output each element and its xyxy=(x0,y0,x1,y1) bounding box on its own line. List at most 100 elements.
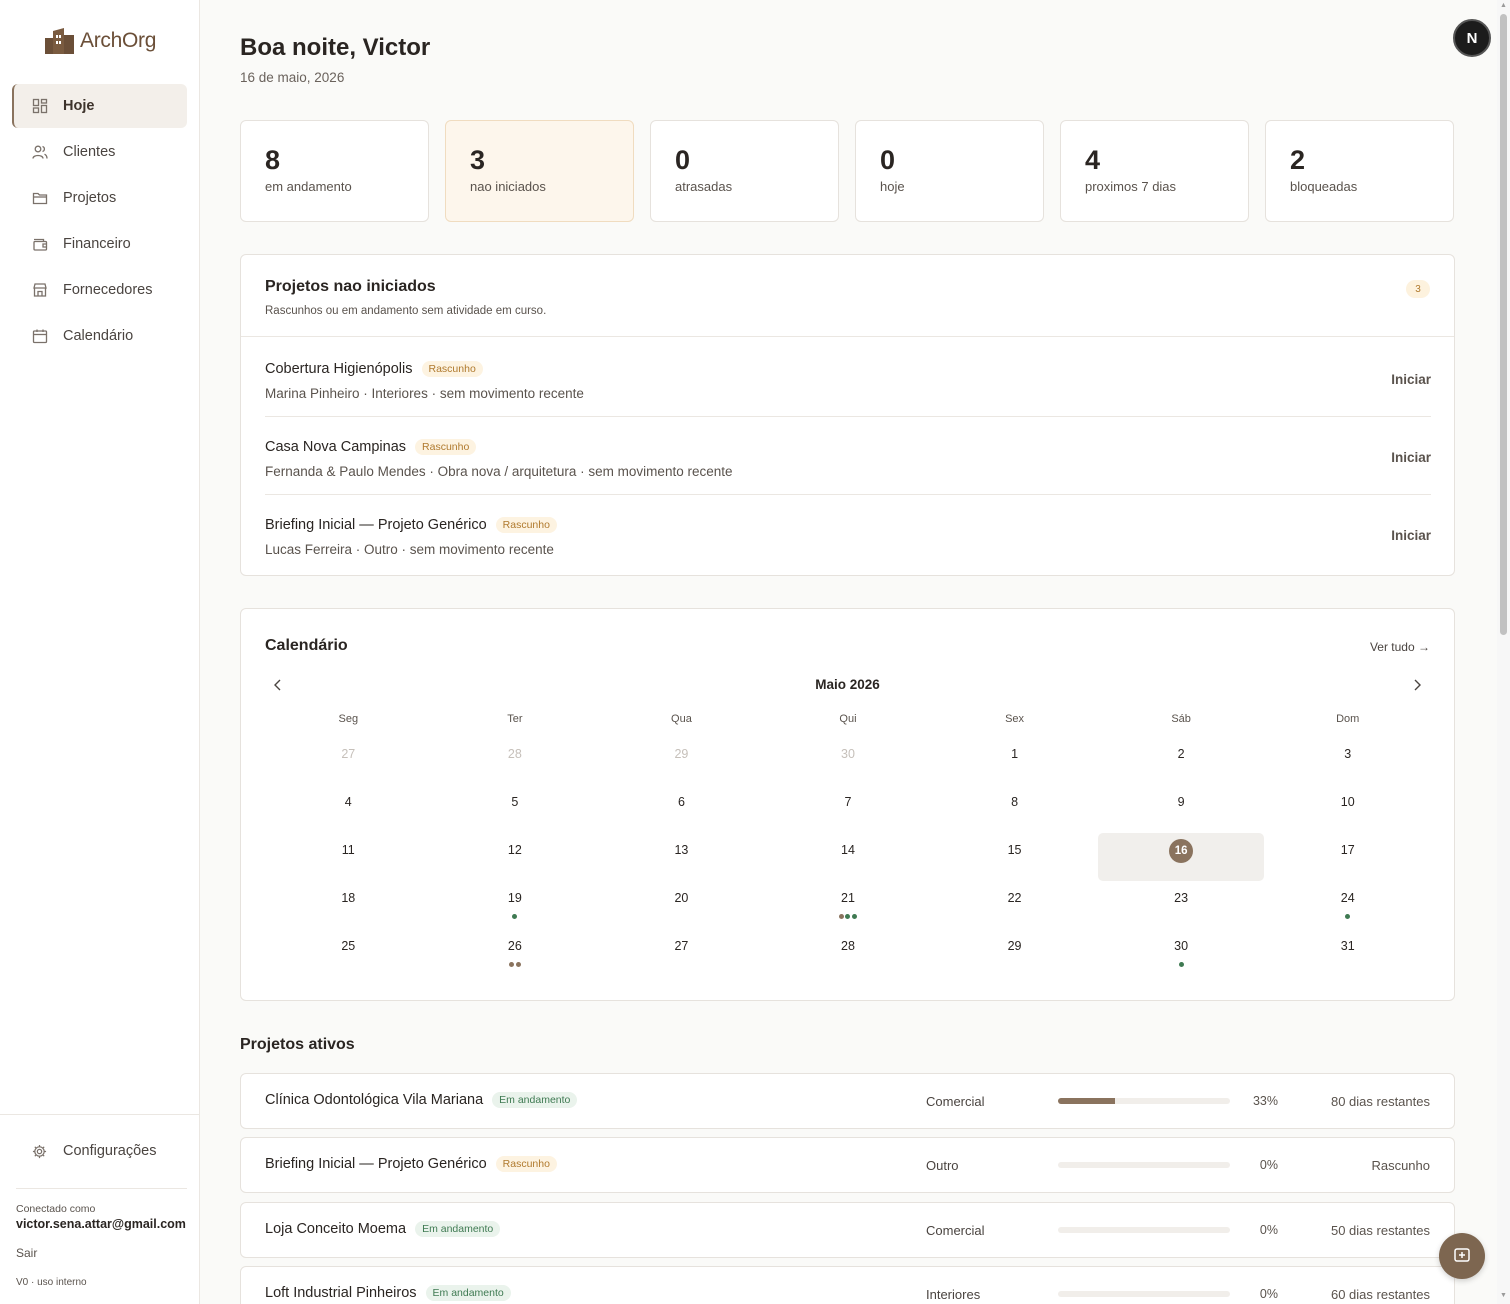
table-row[interactable]: Briefing Inicial — Projeto Genérico Rascu… xyxy=(240,1137,1455,1193)
calendar-day[interactable]: 22 xyxy=(931,881,1098,929)
stat-card-today[interactable]: 0 hoje xyxy=(855,120,1044,222)
logout-button[interactable]: Sair xyxy=(16,1246,37,1260)
settings-link[interactable]: Configurações xyxy=(32,1143,157,1159)
stat-label: nao iniciados xyxy=(470,179,546,194)
calendar-day[interactable]: 15 xyxy=(931,833,1098,881)
project-meta: Fernanda & Paulo Mendes · Obra nova / ar… xyxy=(265,464,733,479)
day-number: 24 xyxy=(1340,891,1355,905)
calendar-day-today[interactable]: 16 xyxy=(1097,833,1265,881)
calendar-day[interactable]: 11 xyxy=(265,833,432,881)
stat-card-not-started[interactable]: 3 nao iniciados xyxy=(445,120,634,222)
scroll-up-arrow[interactable]: ▲ xyxy=(1500,2,1507,9)
list-item[interactable]: Cobertura Higienópolis Rascunho Marina P… xyxy=(265,339,1431,417)
calendar-day[interactable]: 26 xyxy=(432,929,599,977)
calendar-day[interactable]: 28 xyxy=(432,737,599,785)
status-badge: Em andamento xyxy=(492,1092,578,1108)
avatar[interactable]: N xyxy=(1453,19,1491,57)
project-title-line: Loja Conceito Moema Em andamento xyxy=(265,1221,501,1237)
card-subtitle: Rascunhos ou em andamento sem atividade … xyxy=(265,305,547,317)
project-name: Briefing Inicial — Projeto Genérico xyxy=(265,1156,487,1172)
calendar-day[interactable]: 21 xyxy=(765,881,932,929)
calendar-day[interactable]: 20 xyxy=(598,881,765,929)
stat-card-blocked[interactable]: 2 bloqueadas xyxy=(1265,120,1454,222)
project-title-line: Loft Industrial Pinheiros Em andamento xyxy=(265,1285,511,1301)
calendar-day[interactable]: 30 xyxy=(1098,929,1265,977)
not-started-projects-card: Projetos nao iniciados Rascunhos ou em a… xyxy=(240,254,1455,576)
calendar-day[interactable]: 29 xyxy=(598,737,765,785)
sidebar-item-projetos[interactable]: Projetos xyxy=(12,176,187,220)
calendar-day[interactable]: 5 xyxy=(432,785,599,833)
sidebar-item-fornecedores[interactable]: Fornecedores xyxy=(12,268,187,312)
calendar-day[interactable]: 9 xyxy=(1098,785,1265,833)
calendar-day[interactable]: 10 xyxy=(1264,785,1431,833)
version-label: V0 · uso interno xyxy=(16,1277,87,1288)
day-number: 26 xyxy=(507,939,522,953)
calendar-month-label: Maio 2026 xyxy=(815,677,880,692)
project-type: Outro xyxy=(926,1158,959,1173)
start-button[interactable]: Iniciar xyxy=(1391,450,1431,465)
stat-card-overdue[interactable]: 0 atrasadas xyxy=(650,120,839,222)
calendar-day[interactable]: 4 xyxy=(265,785,432,833)
calendar-day[interactable]: 3 xyxy=(1264,737,1431,785)
start-button[interactable]: Iniciar xyxy=(1391,528,1431,543)
list-item[interactable]: Casa Nova Campinas Rascunho Fernanda & P… xyxy=(265,417,1431,495)
table-row[interactable]: Clínica Odontológica Vila Mariana Em anda… xyxy=(240,1073,1455,1129)
calendar-day[interactable]: 27 xyxy=(598,929,765,977)
stat-card-in-progress[interactable]: 8 em andamento xyxy=(240,120,429,222)
day-number: 30 xyxy=(1174,939,1189,953)
calendar-day[interactable]: 8 xyxy=(931,785,1098,833)
sidebar-item-label: Clientes xyxy=(63,144,116,160)
calendar-day[interactable]: 17 xyxy=(1264,833,1431,881)
stat-label: em andamento xyxy=(265,179,352,194)
calendar-day[interactable]: 14 xyxy=(765,833,932,881)
calendar-day[interactable]: 25 xyxy=(265,929,432,977)
connected-as-label: Conectado como xyxy=(16,1203,96,1215)
start-button[interactable]: Iniciar xyxy=(1391,372,1431,387)
day-number: 6 xyxy=(677,795,685,809)
day-number: 25 xyxy=(341,939,356,953)
days-remaining: 50 dias restantes xyxy=(1330,1223,1430,1238)
scrollbar-thumb[interactable] xyxy=(1500,14,1507,635)
see-all-link[interactable]: Ver tudo → xyxy=(1370,640,1430,654)
calendar-day[interactable]: 18 xyxy=(265,881,432,929)
calendar-day[interactable]: 13 xyxy=(598,833,765,881)
sidebar-item-financeiro[interactable]: Financeiro xyxy=(12,222,187,266)
weekday-label: Sex xyxy=(1005,713,1025,725)
calendar-day[interactable]: 12 xyxy=(432,833,599,881)
calendar-day[interactable]: 7 xyxy=(765,785,932,833)
calendar-day[interactable]: 31 xyxy=(1264,929,1431,977)
brand-logo[interactable]: ArchOrg xyxy=(44,27,156,55)
calendar-day[interactable]: 30 xyxy=(765,737,932,785)
event-dots xyxy=(1264,914,1431,919)
weekday-label: Seg xyxy=(338,713,359,725)
stat-value: 3 xyxy=(470,145,486,175)
calendar-day[interactable]: 23 xyxy=(1098,881,1265,929)
table-row[interactable]: Loft Industrial Pinheiros Em andamento Int… xyxy=(240,1266,1455,1304)
project-title-line: Cobertura Higienópolis Rascunho xyxy=(265,361,483,377)
day-number: 21 xyxy=(841,891,855,905)
scrollbar[interactable]: ▲ ▼ xyxy=(1497,0,1510,1304)
table-row[interactable]: Loja Conceito Moema Em andamento Comercial… xyxy=(240,1202,1455,1258)
calendar-day[interactable]: 28 xyxy=(765,929,932,977)
next-month-button[interactable] xyxy=(1408,676,1426,694)
chevron-left-icon xyxy=(274,679,281,691)
weekday-label: Ter xyxy=(507,713,523,725)
sidebar-item-hoje[interactable]: Hoje xyxy=(12,84,187,128)
calendar-day[interactable]: 19 xyxy=(432,881,599,929)
prev-month-button[interactable] xyxy=(269,676,287,694)
gear-icon xyxy=(32,1144,47,1159)
stat-card-next-7-days[interactable]: 4 proximos 7 dias xyxy=(1060,120,1249,222)
calendar-day[interactable]: 24 xyxy=(1264,881,1431,929)
sidebar-item-calendario[interactable]: Calendário xyxy=(12,314,187,358)
day-number: 8 xyxy=(1011,795,1019,809)
store-icon xyxy=(32,282,48,298)
scroll-down-arrow[interactable]: ▼ xyxy=(1500,1292,1507,1299)
list-item[interactable]: Briefing Inicial — Projeto Genérico Rasc… xyxy=(265,495,1431,573)
calendar-day[interactable]: 2 xyxy=(1098,737,1265,785)
calendar-day[interactable]: 27 xyxy=(265,737,432,785)
feedback-button[interactable] xyxy=(1439,1233,1485,1279)
calendar-day[interactable]: 6 xyxy=(598,785,765,833)
calendar-day[interactable]: 1 xyxy=(931,737,1098,785)
sidebar-item-clientes[interactable]: Clientes xyxy=(12,130,187,174)
calendar-day[interactable]: 29 xyxy=(931,929,1098,977)
